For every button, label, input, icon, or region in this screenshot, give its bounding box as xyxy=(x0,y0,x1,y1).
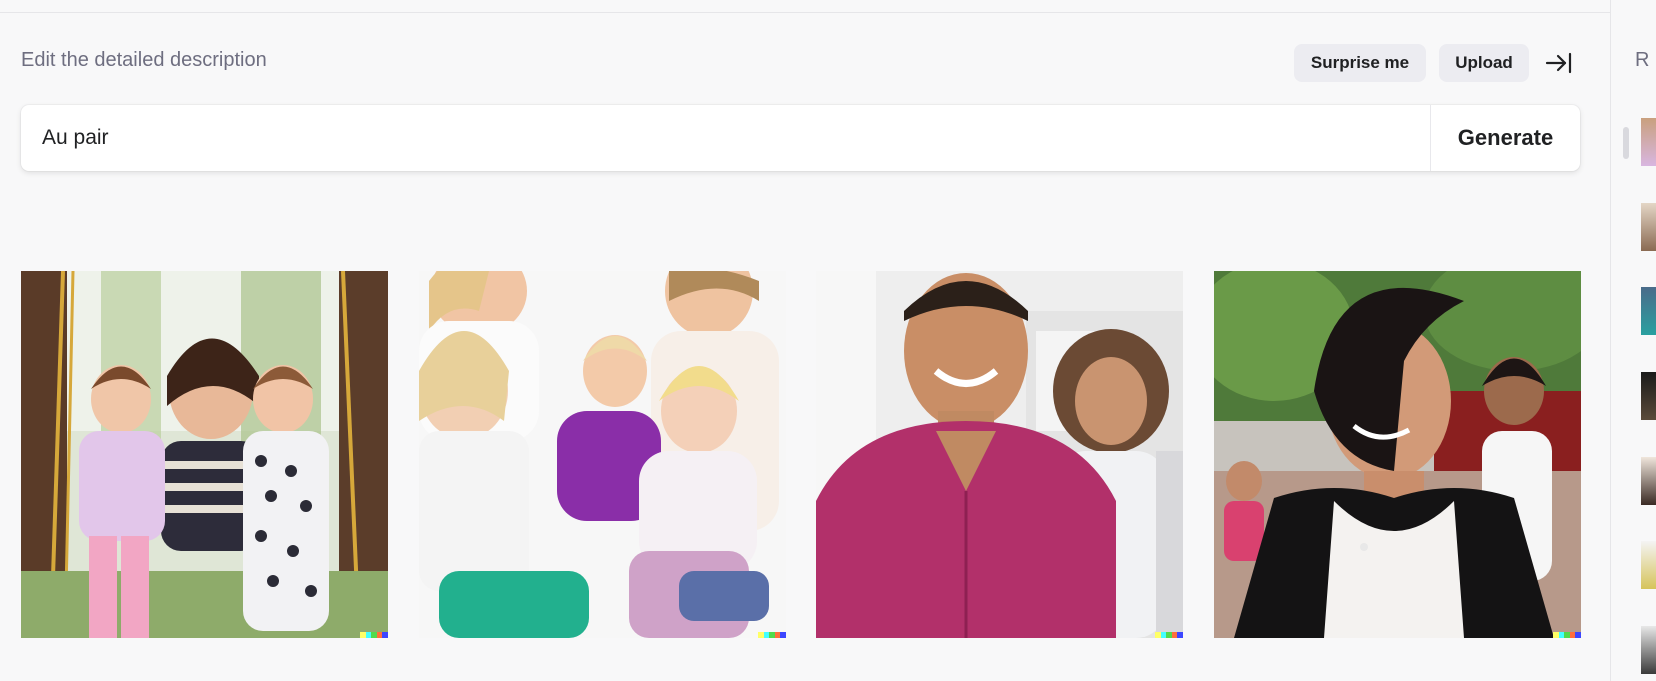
history-thumbnail[interactable] xyxy=(1641,626,1656,674)
watermark xyxy=(758,632,786,638)
upload-button[interactable]: Upload xyxy=(1439,44,1529,82)
prompt-bar: Generate xyxy=(21,105,1580,171)
recent-panel-label: R xyxy=(1635,49,1650,71)
watermark xyxy=(1155,632,1183,638)
generated-image-4[interactable] xyxy=(1214,271,1581,638)
scrollbar[interactable] xyxy=(1623,127,1629,159)
prompt-input[interactable] xyxy=(21,105,1428,171)
generated-image-3[interactable] xyxy=(816,271,1183,638)
editor-panel: Edit the detailed description Surprise m… xyxy=(0,13,1610,681)
arrow-right-to-bar-icon[interactable] xyxy=(1544,48,1574,78)
generated-image-2[interactable] xyxy=(419,271,786,638)
history-thumbnail[interactable] xyxy=(1641,203,1656,251)
watermark xyxy=(1553,632,1581,638)
history-thumbnail[interactable] xyxy=(1641,457,1656,505)
generated-image-1[interactable] xyxy=(21,271,388,638)
surprise-me-button[interactable]: Surprise me xyxy=(1294,44,1426,82)
history-thumbnail[interactable] xyxy=(1641,541,1656,589)
top-border xyxy=(0,0,1610,13)
recent-panel: R xyxy=(1610,0,1656,681)
history-thumbnail[interactable] xyxy=(1641,372,1656,420)
history-thumbnail[interactable] xyxy=(1641,118,1656,166)
watermark xyxy=(360,632,388,638)
description-label: Edit the detailed description xyxy=(21,49,267,71)
generate-button[interactable]: Generate xyxy=(1431,105,1580,171)
history-thumbnail[interactable] xyxy=(1641,287,1656,335)
